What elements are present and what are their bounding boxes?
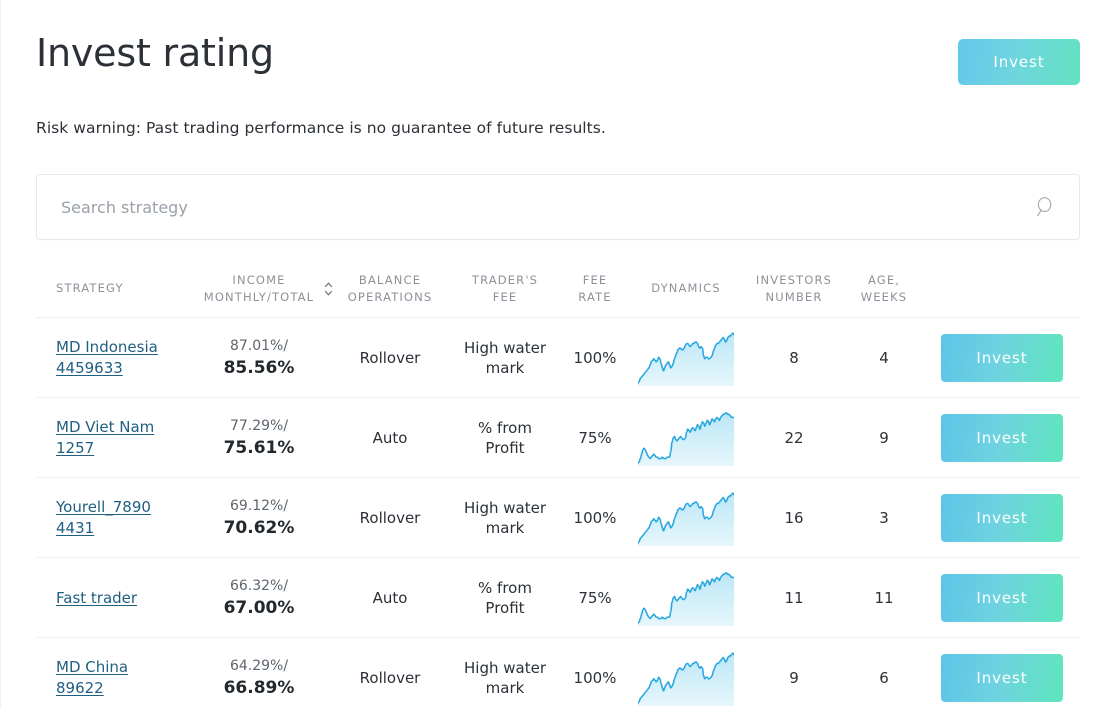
income-monthly: 66.32%/ [229, 577, 289, 594]
column-header-balance-operations: BALANCE OPERATIONS [347, 273, 433, 304]
cell-age-weeks: 11 [874, 588, 894, 607]
cell-fee-rate: 100% [573, 348, 617, 367]
table-row[interactable]: Yourell_7890 4431 69.12%/ 70.62% Rollover Hig… [36, 477, 1082, 558]
table-row[interactable]: Fast trader 66.32%/ 67.00% Auto % from Profit… [36, 557, 1082, 638]
invest-button-row[interactable]: Invest [941, 573, 1063, 622]
invest-button-row[interactable]: Invest [941, 653, 1063, 702]
column-header-strategy: STRATEGY [56, 281, 124, 296]
dynamics-sparkline-chart [630, 650, 742, 706]
table-row[interactable]: MD Indonesia 4459633 87.01%/ 85.56% Rollover… [36, 317, 1082, 398]
cell-fee-rate: 75% [578, 588, 612, 607]
page-title: Invest rating [36, 31, 274, 75]
column-header-traders-fee: TRADER'S FEE [471, 273, 539, 304]
income-monthly: 69.12%/ [229, 497, 289, 514]
cell-strategy: Fast trader [36, 588, 188, 609]
strategy-link[interactable]: Fast trader [56, 588, 137, 609]
cell-fee-rate: 75% [578, 428, 612, 447]
cell-age-weeks: 4 [879, 348, 889, 367]
cell-income: 69.12%/ 70.62% [188, 497, 330, 539]
cell-action: Invest [922, 413, 1082, 462]
cell-age-weeks: 3 [879, 508, 889, 527]
invest-button-row[interactable]: Invest [941, 493, 1063, 542]
cell-age-weeks: 6 [879, 668, 889, 687]
invest-rating-page: Invest rating Invest Risk warning: Past … [0, 0, 1116, 708]
page-header: Invest rating Invest [0, 0, 1116, 85]
cell-investors-number: 11 [784, 588, 804, 607]
invest-button-row[interactable]: Invest [941, 333, 1063, 382]
strategies-table: STRATEGY INCOME MONTHLY/TOTAL BALANCE OP… [36, 258, 1080, 708]
cell-balance-operations: Auto [372, 428, 408, 447]
cell-age-weeks: 9 [879, 428, 889, 447]
column-header-investors-number: INVESTORS NUMBER [755, 273, 833, 304]
search-input[interactable] [61, 197, 1035, 217]
income-total: 85.56% [223, 357, 295, 378]
dynamics-sparkline-chart [630, 490, 742, 546]
cell-strategy: MD Indonesia 4459633 [36, 337, 188, 378]
cell-balance-operations: Rollover [359, 668, 421, 687]
cell-traders-fee: High water mark [464, 658, 546, 697]
cell-income: 77.29%/ 75.61% [188, 417, 330, 459]
income-total: 66.89% [223, 677, 295, 698]
income-monthly: 64.29%/ [229, 657, 289, 674]
cell-balance-operations: Rollover [359, 508, 421, 527]
cell-strategy: MD China 89622 [36, 657, 188, 698]
search-icon[interactable] [1035, 196, 1057, 218]
cell-investors-number: 9 [789, 668, 799, 687]
cell-balance-operations: Auto [372, 588, 408, 607]
cell-investors-number: 8 [789, 348, 799, 367]
cell-strategy: MD Viet Nam 1257 [36, 417, 188, 458]
search-bar[interactable] [36, 174, 1080, 240]
income-monthly: 77.29%/ [229, 417, 289, 434]
cell-dynamics [630, 410, 742, 466]
cell-action: Invest [922, 333, 1082, 382]
column-header-dynamics: DYNAMICS [651, 281, 721, 296]
income-total: 75.61% [223, 437, 295, 458]
table-header-row: STRATEGY INCOME MONTHLY/TOTAL BALANCE OP… [36, 258, 1080, 317]
strategy-link[interactable]: MD China 89622 [56, 657, 128, 698]
cell-traders-fee: High water mark [464, 338, 546, 377]
column-header-age-weeks: AGE, WEEKS [860, 273, 908, 304]
cell-action: Invest [922, 573, 1082, 622]
cell-investors-number: 22 [784, 428, 804, 447]
dynamics-sparkline-chart [630, 570, 742, 626]
dynamics-sparkline-chart [630, 410, 742, 466]
cell-dynamics [630, 570, 742, 626]
invest-button-row[interactable]: Invest [941, 413, 1063, 462]
cell-action: Invest [922, 493, 1082, 542]
invest-button-header[interactable]: Invest [958, 39, 1080, 85]
cell-fee-rate: 100% [573, 508, 617, 527]
cell-traders-fee: High water mark [464, 498, 546, 537]
strategy-link[interactable]: MD Indonesia 4459633 [56, 337, 158, 378]
cell-fee-rate: 100% [573, 668, 617, 687]
table-row[interactable]: MD Viet Nam 1257 77.29%/ 75.61% Auto % from Pr… [36, 397, 1082, 478]
income-total: 70.62% [223, 517, 295, 538]
cell-dynamics [630, 650, 742, 706]
income-monthly: 87.01%/ [229, 337, 289, 354]
column-header-fee-rate: FEE RATE [578, 273, 612, 304]
table-body: MD Indonesia 4459633 87.01%/ 85.56% Rollover… [36, 317, 1080, 708]
income-total: 67.00% [223, 597, 295, 618]
dynamics-sparkline-chart [630, 330, 742, 386]
table-row[interactable]: MD China 89622 64.29%/ 66.89% Rollover High w… [36, 637, 1080, 708]
cell-dynamics [630, 490, 742, 546]
cell-income: 64.29%/ 66.89% [188, 657, 330, 699]
column-header-income[interactable]: INCOME MONTHLY/TOTAL [188, 272, 333, 305]
cell-investors-number: 16 [784, 508, 804, 527]
strategy-link[interactable]: Yourell_7890 4431 [56, 497, 151, 538]
cell-dynamics [630, 330, 742, 386]
risk-warning-text: Risk warning: Past trading performance i… [36, 119, 606, 137]
cell-income: 87.01%/ 85.56% [188, 337, 330, 379]
cell-income: 66.32%/ 67.00% [188, 577, 330, 619]
strategy-link[interactable]: MD Viet Nam 1257 [56, 417, 154, 458]
cell-traders-fee: % from Profit [478, 578, 532, 617]
cell-balance-operations: Rollover [359, 348, 421, 367]
cell-traders-fee: % from Profit [478, 418, 532, 457]
cell-action: Invest [922, 653, 1082, 702]
cell-strategy: Yourell_7890 4431 [36, 497, 188, 538]
